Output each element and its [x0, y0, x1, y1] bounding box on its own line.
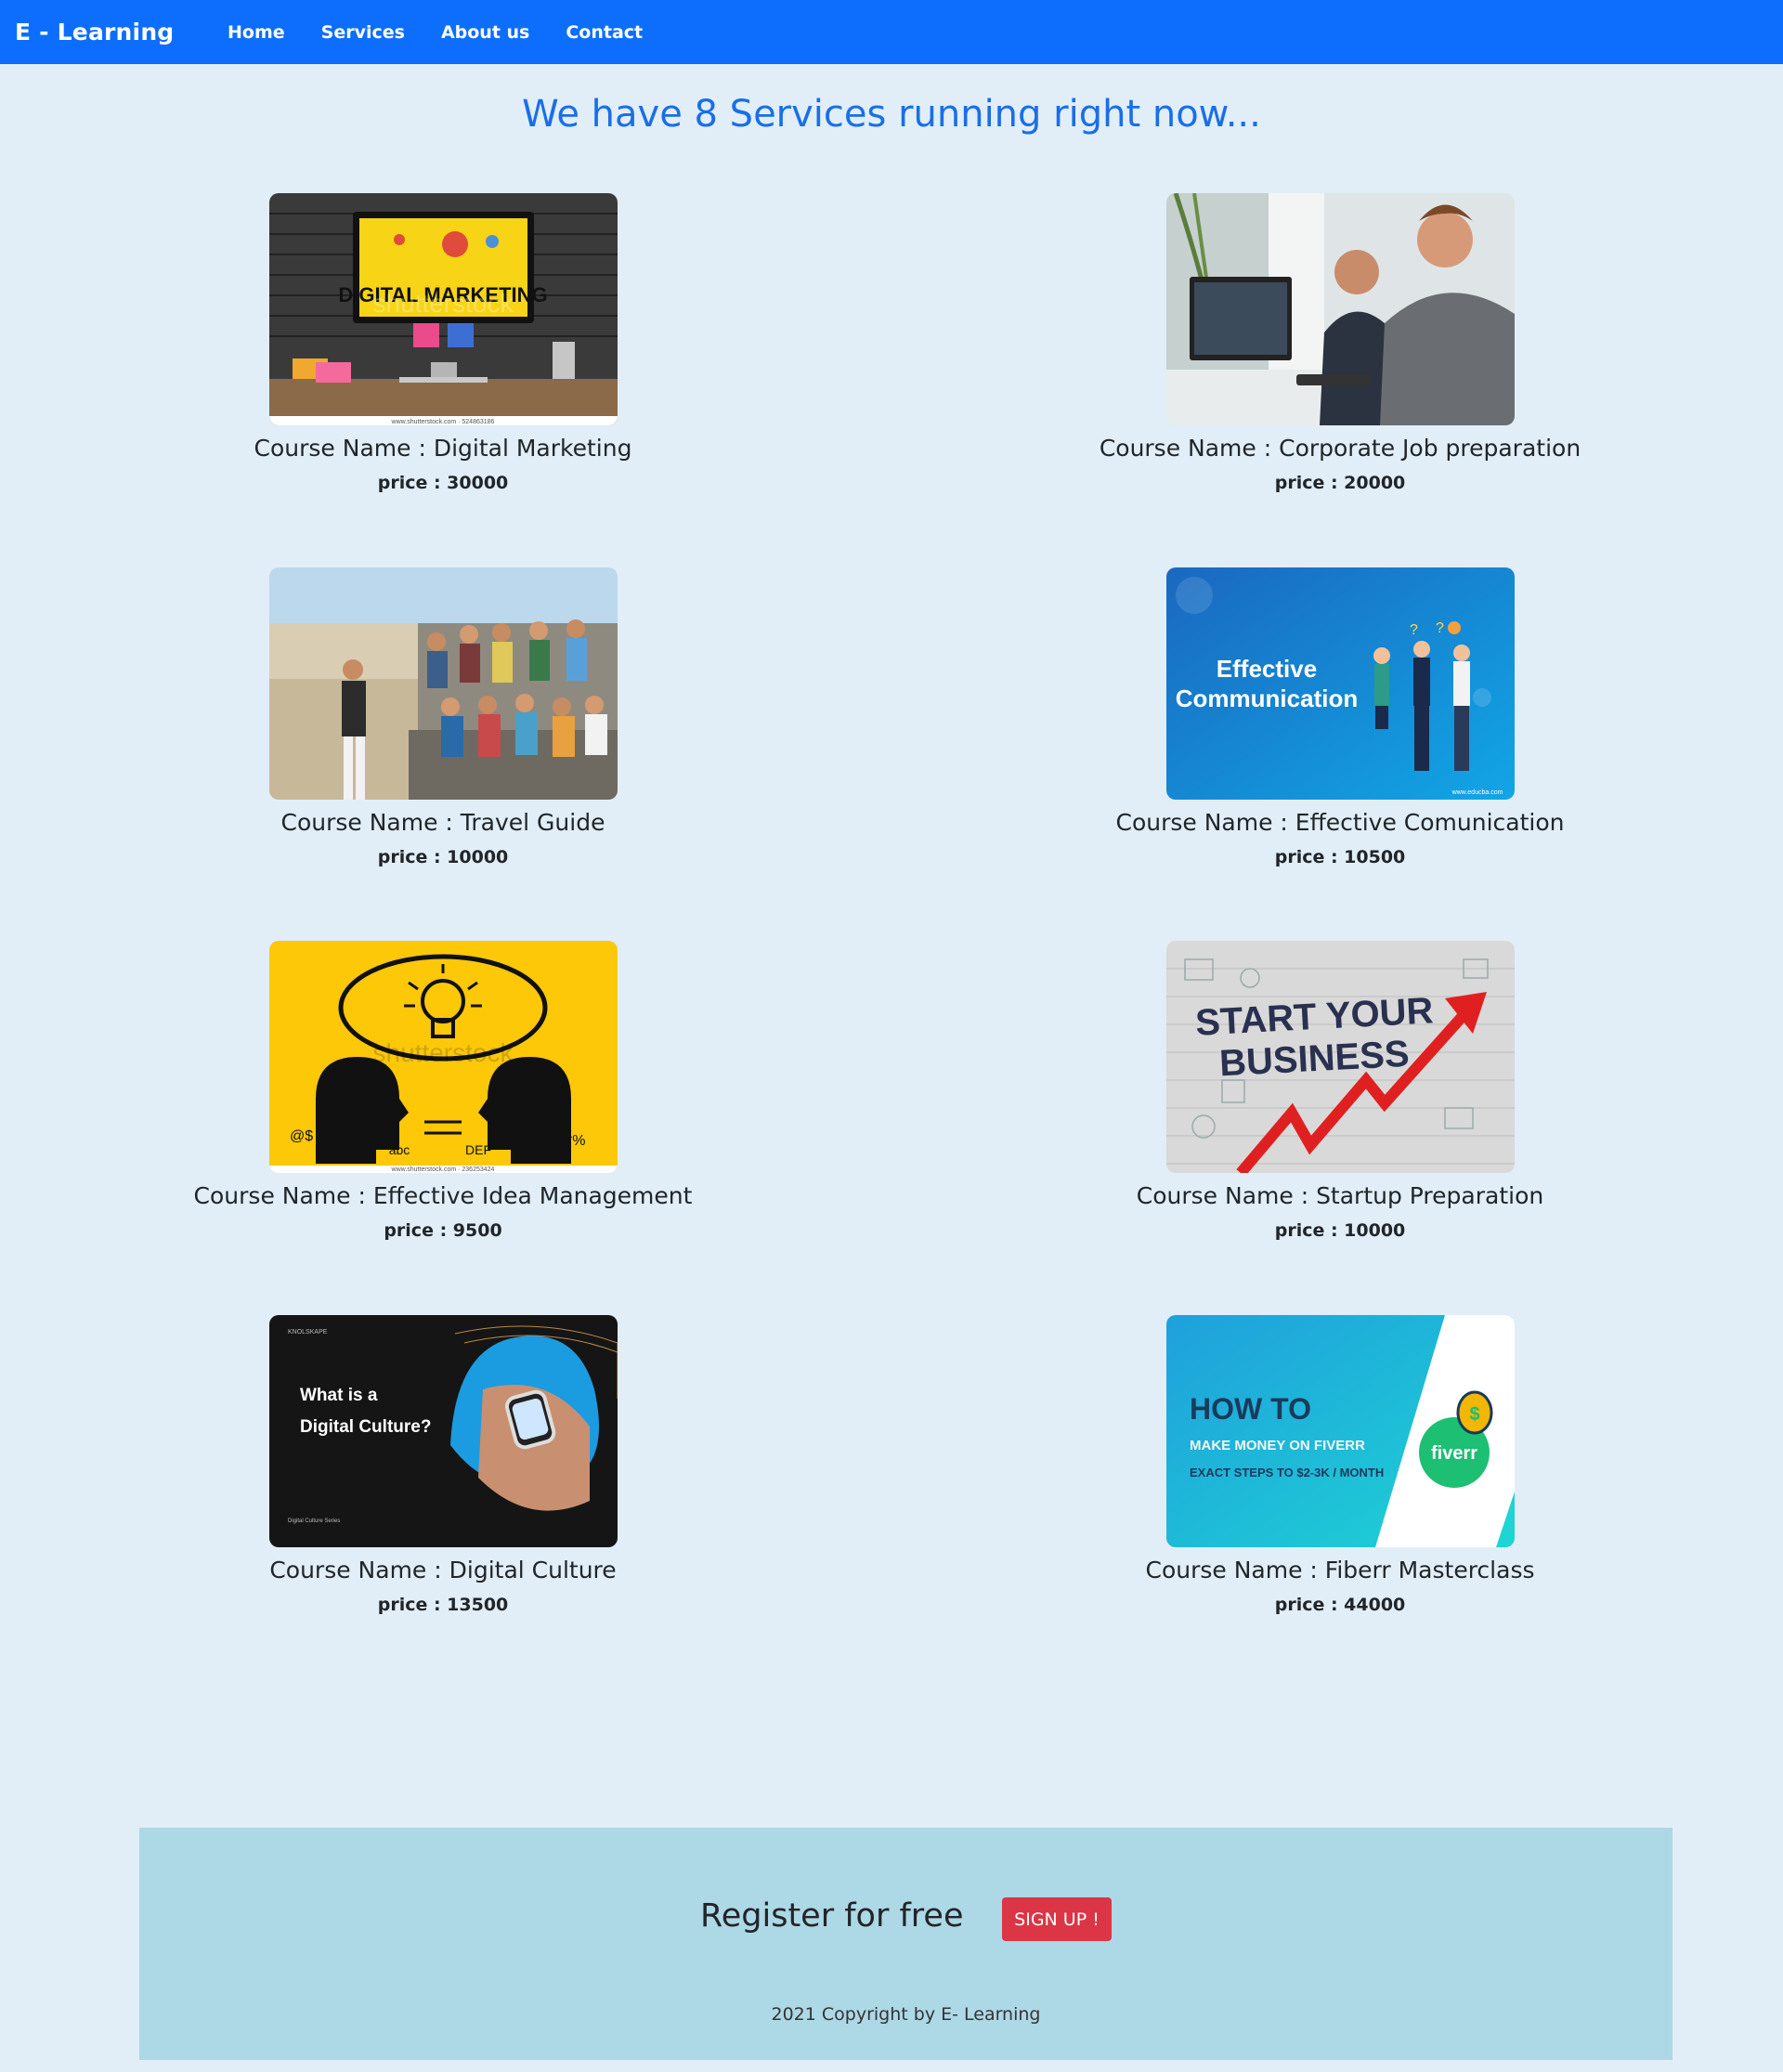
- course-image-startup: START YOUR BUSINESS: [1165, 941, 1515, 1173]
- signup-button[interactable]: SIGN UP !: [1002, 1897, 1112, 1941]
- thumb-text-fiverr-2: MAKE MONEY ON FIVERR: [1190, 1438, 1365, 1453]
- brand-link[interactable]: E - Learning: [15, 19, 174, 46]
- thumb-text-culture-1: What is a: [300, 1386, 378, 1405]
- course-image-travel-guide: [268, 567, 618, 800]
- course-image-corporate-job: [1165, 193, 1515, 425]
- svg-text:*%: *%: [566, 1133, 585, 1149]
- thumb-credit-digital-marketing: www.shutterstock.com · 524863186: [390, 419, 494, 425]
- thumb-text-fiverr-1: HOW TO: [1190, 1392, 1311, 1426]
- course-card-corporate-job: Course Name : Corporate Job preparation …: [1089, 193, 1591, 493]
- course-card-startup: START YOUR BUSINESS Course Name : Startu…: [1089, 941, 1591, 1241]
- course-image-digital-culture: KNOLSKAPE What is a Digital Culture? Dig…: [268, 1315, 618, 1547]
- course-card-digital-marketing: DIGITAL MARKETING shutterstock www.shutt…: [192, 193, 694, 493]
- course-name: Course Name : Effective Idea Management: [193, 1182, 693, 1209]
- navbar: E - Learning Home Services About us Cont…: [0, 0, 1783, 64]
- nav-home[interactable]: Home: [228, 22, 285, 43]
- page-title: We have 8 Services running right now...: [522, 93, 1261, 136]
- thumb-credit-idea: www.shutterstock.com · 236253424: [390, 1166, 494, 1173]
- course-card-idea-management: abc DEF shutterstock @$ *% www.shutterst…: [192, 941, 694, 1241]
- course-name: Course Name : Corporate Job preparation: [1099, 435, 1581, 462]
- course-name: Course Name : Digital Culture: [269, 1557, 617, 1583]
- thumb-text-abc: abc: [388, 1142, 410, 1157]
- thumb-watermark-digital-marketing: shutterstock: [372, 289, 514, 318]
- svg-text:$: $: [1469, 1404, 1479, 1425]
- register-title: Register for free: [700, 1897, 964, 1935]
- course-price: price : 10000: [1274, 1220, 1406, 1241]
- course-image-fiverr: HOW TO MAKE MONEY ON FIVERR EXACT STEPS …: [1165, 1315, 1515, 1547]
- thumb-brand-knolskape: KNOLSKAPE: [288, 1329, 328, 1336]
- thumb-credit-communication: www.educba.com: [1451, 789, 1503, 796]
- thumb-text-culture-2: Digital Culture?: [300, 1417, 431, 1437]
- course-card-fiverr: HOW TO MAKE MONEY ON FIVERR EXACT STEPS …: [1089, 1315, 1591, 1615]
- course-name: Course Name : Effective Comunication: [1115, 809, 1565, 836]
- course-image-idea-management: abc DEF shutterstock @$ *% www.shutterst…: [268, 941, 618, 1173]
- course-name: Course Name : Travel Guide: [280, 809, 605, 836]
- nav-links: Home Services About us Contact: [228, 22, 679, 43]
- svg-text:?: ?: [1410, 622, 1418, 638]
- course-card-travel-guide: Course Name : Travel Guide price : 10000: [192, 567, 694, 867]
- course-card-digital-culture: KNOLSKAPE What is a Digital Culture? Dig…: [192, 1315, 694, 1615]
- course-name: Course Name : Digital Marketing: [254, 435, 632, 462]
- course-card-effective-communication: Effective Communication ? ? www.educba.c…: [1089, 567, 1591, 867]
- course-price: price : 44000: [1274, 1595, 1406, 1615]
- course-image-digital-marketing: DIGITAL MARKETING shutterstock www.shutt…: [268, 193, 618, 425]
- course-name: Course Name : Fiberr Masterclass: [1145, 1557, 1535, 1583]
- nav-about-us[interactable]: About us: [441, 22, 529, 43]
- course-name: Course Name : Startup Preparation: [1136, 1182, 1544, 1209]
- thumb-logo-fiverr: fiverr: [1430, 1443, 1477, 1464]
- course-price: price : 30000: [377, 473, 509, 493]
- thumb-text-fiverr-3: EXACT STEPS TO $2-3K / MONTH: [1190, 1466, 1384, 1479]
- course-price: price : 9500: [384, 1220, 502, 1241]
- course-price: price : 13500: [377, 1595, 509, 1615]
- course-price: price : 20000: [1274, 473, 1406, 493]
- thumb-text-def: DEF: [465, 1142, 491, 1157]
- course-price: price : 10500: [1274, 847, 1406, 867]
- thumb-text-communication-1: Effective: [1216, 655, 1316, 683]
- course-image-effective-communication: Effective Communication ? ? www.educba.c…: [1165, 567, 1515, 800]
- nav-services[interactable]: Services: [321, 22, 405, 43]
- thumb-text-communication-2: Communication: [1175, 684, 1357, 712]
- thumb-text-culture-series: Digital Culture Series: [288, 1518, 340, 1524]
- course-price: price : 10000: [377, 847, 509, 867]
- svg-text:?: ?: [1436, 620, 1444, 636]
- thumb-watermark-idea: shutterstock: [372, 1038, 514, 1067]
- copyright-text: 2021 Copyright by E- Learning: [771, 2004, 1041, 2025]
- footer: Register for free SIGN UP ! 2021 Copyrig…: [139, 1828, 1672, 2060]
- nav-contact[interactable]: Contact: [566, 22, 643, 43]
- svg-text:@$: @$: [290, 1128, 313, 1144]
